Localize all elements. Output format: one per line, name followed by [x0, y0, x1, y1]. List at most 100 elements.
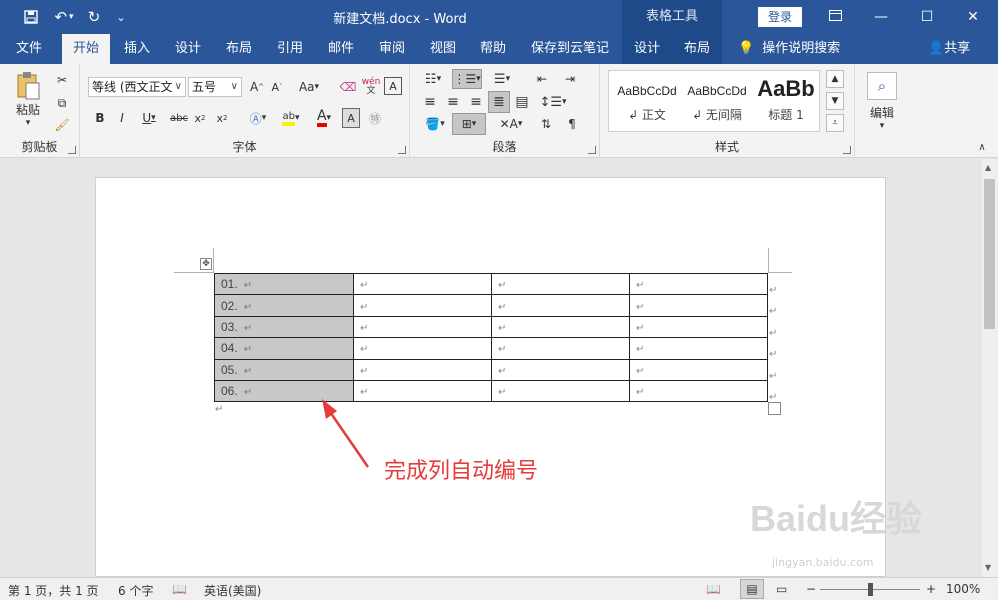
subscript-icon[interactable]: x2 [192, 108, 208, 128]
clipboard-launcher-icon[interactable] [68, 146, 76, 154]
print-layout-icon[interactable]: ▤ [740, 579, 764, 599]
table-cell-number[interactable]: 02. ↵ [214, 294, 354, 317]
table-cell[interactable]: ↵ [629, 315, 768, 339]
table-cell[interactable]: ↵ [353, 294, 492, 317]
phonetic-guide-button[interactable]: wén 文 [360, 75, 382, 99]
proofing-icon[interactable]: 📖 [172, 582, 187, 596]
line-spacing-icon[interactable]: ↕☰ ▾ [538, 92, 568, 112]
change-case-button[interactable]: Aa ▾ [294, 77, 324, 97]
vertical-scrollbar[interactable]: ▲ ▼ [982, 159, 998, 577]
show-marks-icon[interactable]: ¶ [562, 114, 582, 134]
zoom-slider-thumb[interactable] [868, 583, 873, 596]
maximize-icon[interactable]: ☐ [904, 0, 950, 34]
enclose-character-icon[interactable]: ㊕ [366, 108, 384, 128]
align-right-icon[interactable]: ≡ [466, 92, 486, 112]
style-normal[interactable]: AaBbCcDd ↲ 正文 [612, 72, 682, 130]
text-effects-icon[interactable]: Ⓐ ▾ [244, 108, 272, 128]
table-cell-number[interactable]: 03. ↵ [214, 315, 354, 339]
styles-scroll-up-icon[interactable]: ▲ [826, 70, 844, 88]
chinese-layout-icon[interactable]: ✕A ▾ [496, 114, 526, 134]
table-cell[interactable]: ↵ [491, 315, 630, 339]
tab-file[interactable]: 文件 [6, 34, 52, 64]
table-cell[interactable]: ↵ [491, 358, 630, 381]
shading-icon[interactable]: 🪣 ▾ [420, 114, 450, 134]
scroll-up-icon[interactable]: ▲ [985, 163, 991, 172]
clear-formatting-icon[interactable]: ⌫ [338, 77, 358, 97]
tab-home[interactable]: 开始 [62, 34, 110, 64]
sort-icon[interactable]: ⇅ [536, 114, 556, 134]
underline-icon[interactable]: U ▾ [136, 108, 162, 128]
tab-table-layout[interactable]: 布局 [674, 34, 720, 64]
table-move-handle-icon[interactable]: ✥ [200, 258, 212, 270]
bold-icon[interactable]: B [92, 108, 108, 128]
tab-design[interactable]: 设计 [165, 34, 211, 64]
styles-more-icon[interactable]: ⩡ [826, 114, 844, 132]
tab-references[interactable]: 引用 [267, 34, 313, 64]
table[interactable]: 01. ↵ ↵ ↵ ↵ 02. ↵ ↵ ↵ ↵ 03. ↵ ↵ ↵ ↵ 04. ↵ ↵ … [214, 272, 768, 403]
format-painter-icon[interactable]: 🖌 [52, 115, 72, 135]
scroll-thumb[interactable] [984, 179, 995, 329]
tab-layout[interactable]: 布局 [216, 34, 262, 64]
ribbon-display-options-icon[interactable] [812, 0, 858, 34]
table-cell[interactable]: ↵ [353, 358, 492, 381]
styles-launcher-icon[interactable] [843, 146, 851, 154]
numbering-icon[interactable]: ⋮☰ ▾ [452, 69, 482, 89]
character-shading-icon[interactable]: A [342, 108, 360, 128]
minimize-icon[interactable]: — [858, 0, 904, 34]
strikethrough-icon[interactable]: abc [168, 108, 190, 128]
table-cell[interactable]: ↵ [491, 379, 630, 403]
superscript-icon[interactable]: x2 [214, 108, 230, 128]
table-cell[interactable]: ↵ [629, 272, 768, 296]
cut-icon[interactable]: ✂ [52, 70, 72, 90]
undo-icon[interactable]: ↶ ▾ [50, 6, 78, 28]
shrink-font-icon[interactable]: Aˇ [268, 77, 286, 97]
word-count[interactable]: 6 个字 [118, 582, 153, 599]
redo-icon[interactable]: ↻ [84, 6, 104, 28]
table-cell[interactable]: ↵ [491, 272, 630, 296]
font-name-dropdown[interactable]: 等线 (西文正文 ∨ [88, 77, 186, 97]
tab-save-to-cloud-notes[interactable]: 保存到云笔记 [524, 34, 616, 64]
table-cell[interactable]: ↵ [629, 379, 768, 403]
table-cell[interactable]: ↵ [353, 379, 492, 403]
distributed-icon[interactable]: ▤ [512, 92, 532, 112]
align-left-icon[interactable]: ≡ [420, 92, 440, 112]
save-icon[interactable] [20, 6, 42, 28]
web-layout-icon[interactable]: ▭ [776, 582, 787, 596]
styles-scroll-down-icon[interactable]: ▼ [826, 92, 844, 110]
italic-icon[interactable]: I [114, 108, 130, 128]
share-button[interactable]: 👤共享 [928, 34, 970, 64]
table-cell[interactable]: ↵ [353, 337, 492, 360]
tab-insert[interactable]: 插入 [114, 34, 160, 64]
copy-icon[interactable]: ⧉ [52, 93, 72, 113]
tell-me-search[interactable]: 💡 操作说明搜索 [738, 34, 840, 64]
table-resize-handle[interactable] [768, 402, 781, 415]
decrease-indent-icon[interactable]: ⇤ [530, 70, 554, 88]
table-cell[interactable]: ↵ [353, 315, 492, 339]
zoom-out-icon[interactable]: − [806, 582, 816, 596]
scroll-down-icon[interactable]: ▼ [985, 563, 991, 572]
align-center-icon[interactable]: ≡ [443, 92, 463, 112]
highlight-icon[interactable]: ab ▾ [276, 108, 306, 128]
table-cell[interactable]: ↵ [629, 337, 768, 360]
paste-button[interactable]: 粘贴 ▾ [10, 70, 46, 128]
paragraph-launcher-icon[interactable] [588, 146, 596, 154]
table-cell[interactable]: ↵ [629, 358, 768, 381]
table-cell[interactable]: ↵ [353, 272, 492, 296]
justify-icon[interactable]: ≣ [488, 91, 510, 113]
collapse-ribbon-icon[interactable]: ∧ [974, 140, 990, 154]
login-button[interactable]: 登录 [758, 7, 802, 27]
read-mode-icon[interactable]: 📖 [706, 582, 721, 596]
font-launcher-icon[interactable] [398, 146, 406, 154]
style-heading-1[interactable]: AaBb 标题 1 [754, 72, 818, 130]
table-cell-number[interactable]: 04. ↵ [214, 337, 354, 360]
borders-icon[interactable]: ⊞ ▾ [452, 113, 486, 135]
zoom-level[interactable]: 100% [946, 582, 980, 596]
page-count[interactable]: 第 1 页，共 1 页 [8, 582, 99, 599]
table-cell-number[interactable]: 01. ↵ [214, 272, 354, 296]
table-cell[interactable]: ↵ [491, 337, 630, 360]
increase-indent-icon[interactable]: ⇥ [558, 70, 582, 88]
language[interactable]: 英语(美国) [204, 582, 261, 599]
close-icon[interactable]: ✕ [950, 0, 996, 34]
tab-help[interactable]: 帮助 [470, 34, 516, 64]
editing-button[interactable]: ⌕ 编辑 ▾ [865, 68, 899, 134]
